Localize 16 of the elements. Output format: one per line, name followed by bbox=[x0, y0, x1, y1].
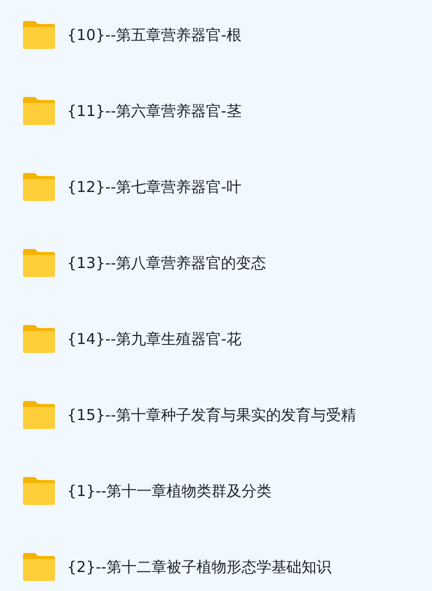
folder-icon bbox=[21, 399, 57, 431]
folder-icon bbox=[21, 171, 57, 203]
folder-name[interactable]: {1}--第十一章植物类群及分类 bbox=[67, 482, 272, 500]
folder-icon bbox=[21, 323, 57, 355]
folder-name[interactable]: {10}--第五章营养器官-根 bbox=[67, 26, 242, 44]
folder-name[interactable]: {2}--第十二章被子植物形态学基础知识 bbox=[67, 558, 332, 576]
folder-name[interactable]: {11}--第六章营养器官-茎 bbox=[67, 102, 242, 120]
folder-icon bbox=[21, 247, 57, 279]
folder-name[interactable]: {14}--第九章生殖器官-花 bbox=[67, 330, 242, 348]
folder-icon bbox=[21, 95, 57, 127]
folder-name[interactable]: {12}--第七章营养器官-叶 bbox=[67, 178, 242, 196]
folder-name[interactable]: {13}--第八章营养器官的变态 bbox=[67, 254, 266, 272]
folder-icon bbox=[21, 475, 57, 507]
folder-name[interactable]: {15}--第十章种子发育与果实的发育与受精 bbox=[67, 406, 356, 424]
folder-icon bbox=[21, 551, 57, 583]
folder-icon bbox=[21, 19, 57, 51]
